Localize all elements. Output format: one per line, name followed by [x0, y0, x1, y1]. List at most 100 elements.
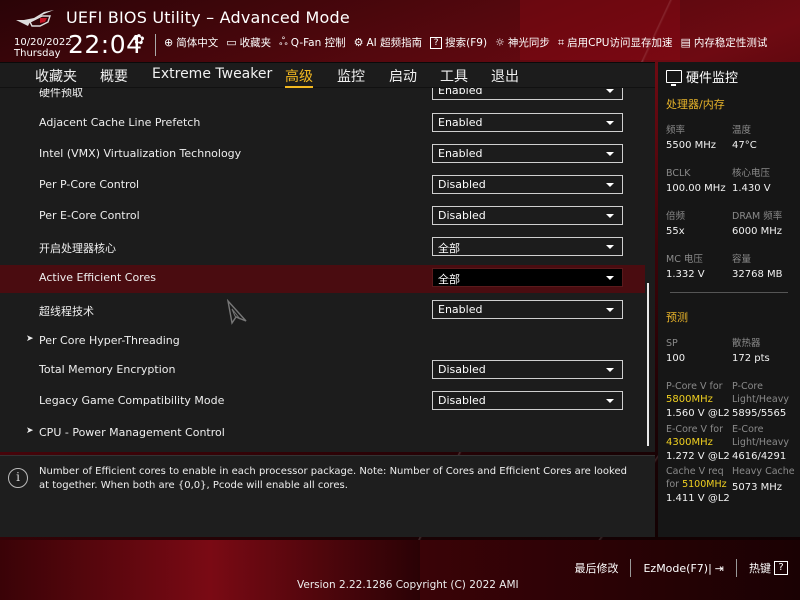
ecore-v-value: 1.272 V @L2 [666, 451, 730, 462]
setting-row-active-cores[interactable]: 开启处理器核心 全部 [0, 234, 645, 262]
favorites-label: 收藏夹 [239, 37, 272, 49]
pcore-lh-label: P-Core [732, 381, 763, 392]
monitor-divider [670, 292, 788, 293]
setting-select[interactable]: Disabled [432, 391, 623, 410]
fan-icon: ஃ [279, 35, 288, 48]
setting-row-per-p-core[interactable]: Per P-Core Control Disabled [0, 172, 645, 200]
ai-oc-guide-button[interactable]: ⚙ AI 超频指南 [354, 35, 423, 50]
last-modified-button[interactable]: 最后修改 [562, 560, 630, 576]
monitor-title: 硬件监控 [666, 67, 738, 86]
ecore-v-freq: 4300MHz [666, 437, 713, 448]
date: 10/20/2022 [14, 37, 72, 48]
caret-down-icon [606, 183, 614, 187]
tab-extreme-tweaker[interactable]: Extreme Tweaker [152, 66, 272, 82]
heavy-cache-value: 5073 MHz [732, 482, 783, 493]
setting-row-hardware-prefetcher[interactable]: 硬件预取 Enabled [0, 88, 645, 106]
tab-favorites[interactable]: 收藏夹 [35, 66, 77, 86]
setting-select[interactable]: Disabled [432, 360, 623, 379]
setting-row-legacy-game-compat[interactable]: Legacy Game Compatibility Mode Disabled [0, 388, 645, 416]
last-modified-label: 最后修改 [574, 562, 619, 575]
caret-down-icon [606, 399, 614, 403]
monitor-title-label: 硬件监控 [686, 71, 739, 86]
help-box-icon: ? [774, 561, 788, 575]
pcore-v-label: P-Core V for [666, 381, 723, 392]
settings-list: 硬件预取 Enabled Adjacent Cache Line Prefetc… [0, 88, 655, 453]
setting-select[interactable]: Enabled [432, 88, 623, 100]
memtest-label: 内存稳定性测试 [693, 37, 768, 49]
setting-select[interactable]: Enabled [432, 300, 623, 319]
cache-v-freq: 5100MHz [682, 479, 727, 490]
setting-select[interactable]: 全部 [432, 237, 623, 256]
tab-advanced[interactable]: 高级 [285, 66, 313, 88]
hotkeys-label: 热键 [749, 562, 771, 575]
submenu-label: Per Core Hyper-Threading [39, 334, 180, 347]
globe-icon: ⊕ [164, 36, 174, 49]
ecore-v-label: E-Core V for [666, 424, 724, 435]
submenu-per-core-hyper-threading[interactable]: ➤ Per Core Hyper-Threading [0, 328, 645, 356]
setting-label: Legacy Game Compatibility Mode [39, 394, 225, 407]
submenu-cpu-power-management[interactable]: ➤ CPU - Power Management Control [0, 420, 645, 448]
tab-boot[interactable]: 启动 [389, 66, 417, 86]
help-box-icon: ? [430, 36, 443, 49]
setting-select[interactable]: Enabled [432, 113, 623, 132]
resizable-bar-icon: ⌗ [557, 35, 565, 49]
setting-label: 硬件预取 [39, 88, 83, 99]
aura-label: 神光同步 [507, 37, 550, 49]
header: UEFI BIOS Utility – Advanced Mode 10/20/… [0, 0, 800, 62]
aura-sync-button[interactable]: ☼ 神光同步 [495, 35, 550, 50]
setting-row-adjacent-cache[interactable]: Adjacent Cache Line Prefetch Enabled [0, 110, 645, 138]
setting-row-per-e-core[interactable]: Per E-Core Control Disabled [0, 203, 645, 231]
chevron-right-icon: ➤ [26, 334, 34, 344]
setting-row-hyper-threading[interactable]: 超线程技术 Enabled [0, 297, 645, 325]
bclk-label: BCLK [666, 168, 691, 179]
cooler-value: 172 pts [732, 353, 770, 364]
help-text: Number of Efficient cores to enable in e… [39, 466, 627, 491]
search-button[interactable]: ? 搜索(F9) [430, 35, 487, 50]
setting-select[interactable]: Disabled [432, 175, 623, 194]
tab-exit[interactable]: 退出 [491, 66, 519, 86]
help-panel: i Number of Efficient cores to enable in… [0, 455, 655, 537]
caret-down-icon [606, 121, 614, 125]
tab-tool[interactable]: 工具 [440, 66, 468, 86]
pcore-v-value: 1.560 V @L2 [666, 408, 730, 419]
setting-row-vmx[interactable]: Intel (VMX) Virtualization Technology En… [0, 141, 645, 169]
setting-row-total-memory-encryption[interactable]: Total Memory Encryption Disabled [0, 357, 645, 385]
setting-select[interactable]: 全部 [432, 268, 623, 287]
cache-v-value: 1.411 V @L2 [666, 493, 730, 504]
setting-label: 超线程技术 [39, 305, 94, 318]
setting-label: Intel (VMX) Virtualization Technology [39, 147, 242, 160]
select-value: Disabled [438, 394, 486, 407]
dram-freq-label: DRAM 频率 [732, 211, 783, 222]
memtest-button[interactable]: ▤ 内存稳定性测试 [680, 35, 767, 50]
tab-main[interactable]: 概要 [100, 66, 128, 86]
select-value: Enabled [438, 116, 483, 129]
freq-label: 频率 [666, 125, 686, 136]
capacity-label: 容量 [732, 254, 752, 265]
hotkeys-button[interactable]: 热键 ? [737, 560, 800, 576]
sp-label: SP [666, 338, 678, 349]
qfan-button[interactable]: ஃ Q-Fan 控制 [279, 35, 346, 50]
setting-select[interactable]: Disabled [432, 206, 623, 225]
temp-label: 温度 [732, 125, 752, 136]
pcore-v-freq: 5800MHz [666, 394, 713, 405]
gear-icon[interactable]: ✿ [133, 32, 145, 48]
aura-light-icon: ☼ [495, 36, 505, 49]
setting-row-active-efficient-cores[interactable]: Active Efficient Cores 全部 [0, 265, 645, 293]
capacity-value: 32768 MB [732, 269, 783, 280]
ezmode-button[interactable]: EzMode(F7)| ⇥ [631, 562, 736, 575]
favorites-button[interactable]: ▭ 收藏夹 [226, 35, 271, 50]
mc-voltage-value: 1.332 V [666, 269, 705, 280]
favorites-folder-icon: ▭ [226, 36, 237, 49]
prediction-section-title: 预测 [666, 311, 688, 324]
header-divider [155, 34, 156, 56]
ecore-lh-value: 4616/4291 [732, 451, 787, 462]
language-button[interactable]: ⊕ 简体中文 [164, 35, 218, 50]
language-label: 简体中文 [176, 37, 219, 49]
resizable-bar-button[interactable]: ⌗ 启用CPU访问显存加速 [558, 35, 673, 50]
setting-select[interactable]: Enabled [432, 144, 623, 163]
scrollbar[interactable] [647, 283, 649, 446]
sp-value: 100 [666, 353, 686, 364]
tab-monitor[interactable]: 监控 [337, 66, 365, 86]
chevron-right-icon: ➤ [26, 426, 34, 436]
search-label: 搜索(F9) [445, 37, 488, 49]
